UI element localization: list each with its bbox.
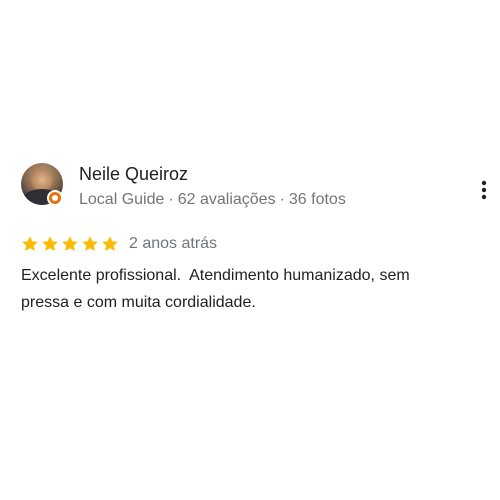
more-vert-icon [481,180,487,200]
star-icon [102,236,118,252]
star-icon [22,236,38,252]
meta-separator: · [279,191,285,208]
review-text: Excelente profissional. Atendimento huma… [21,267,410,311]
photo-count: 36 fotos [288,191,346,208]
meta-separator: · [168,191,174,208]
star-icon [62,236,78,252]
review-card: Neile Queiroz Local Guide · 62 avaliações ·… [0,0,500,500]
star-icon [82,236,98,252]
more-options-button[interactable] [472,178,496,202]
review-date: 2 anos atrás [129,235,218,252]
author-meta: Local Guide · 62 avaliações · 36 fotos [79,191,346,209]
review-count: 62 avaliações [177,191,276,208]
rating-row: 2 anos atrás [21,234,217,254]
local-guide-label: Local Guide [79,191,165,208]
avatar-container[interactable] [21,163,65,207]
author-name[interactable]: Neile Queiroz [79,164,188,185]
star-icon [42,236,58,252]
local-guide-badge-icon [47,190,63,206]
star-rating [21,235,119,253]
